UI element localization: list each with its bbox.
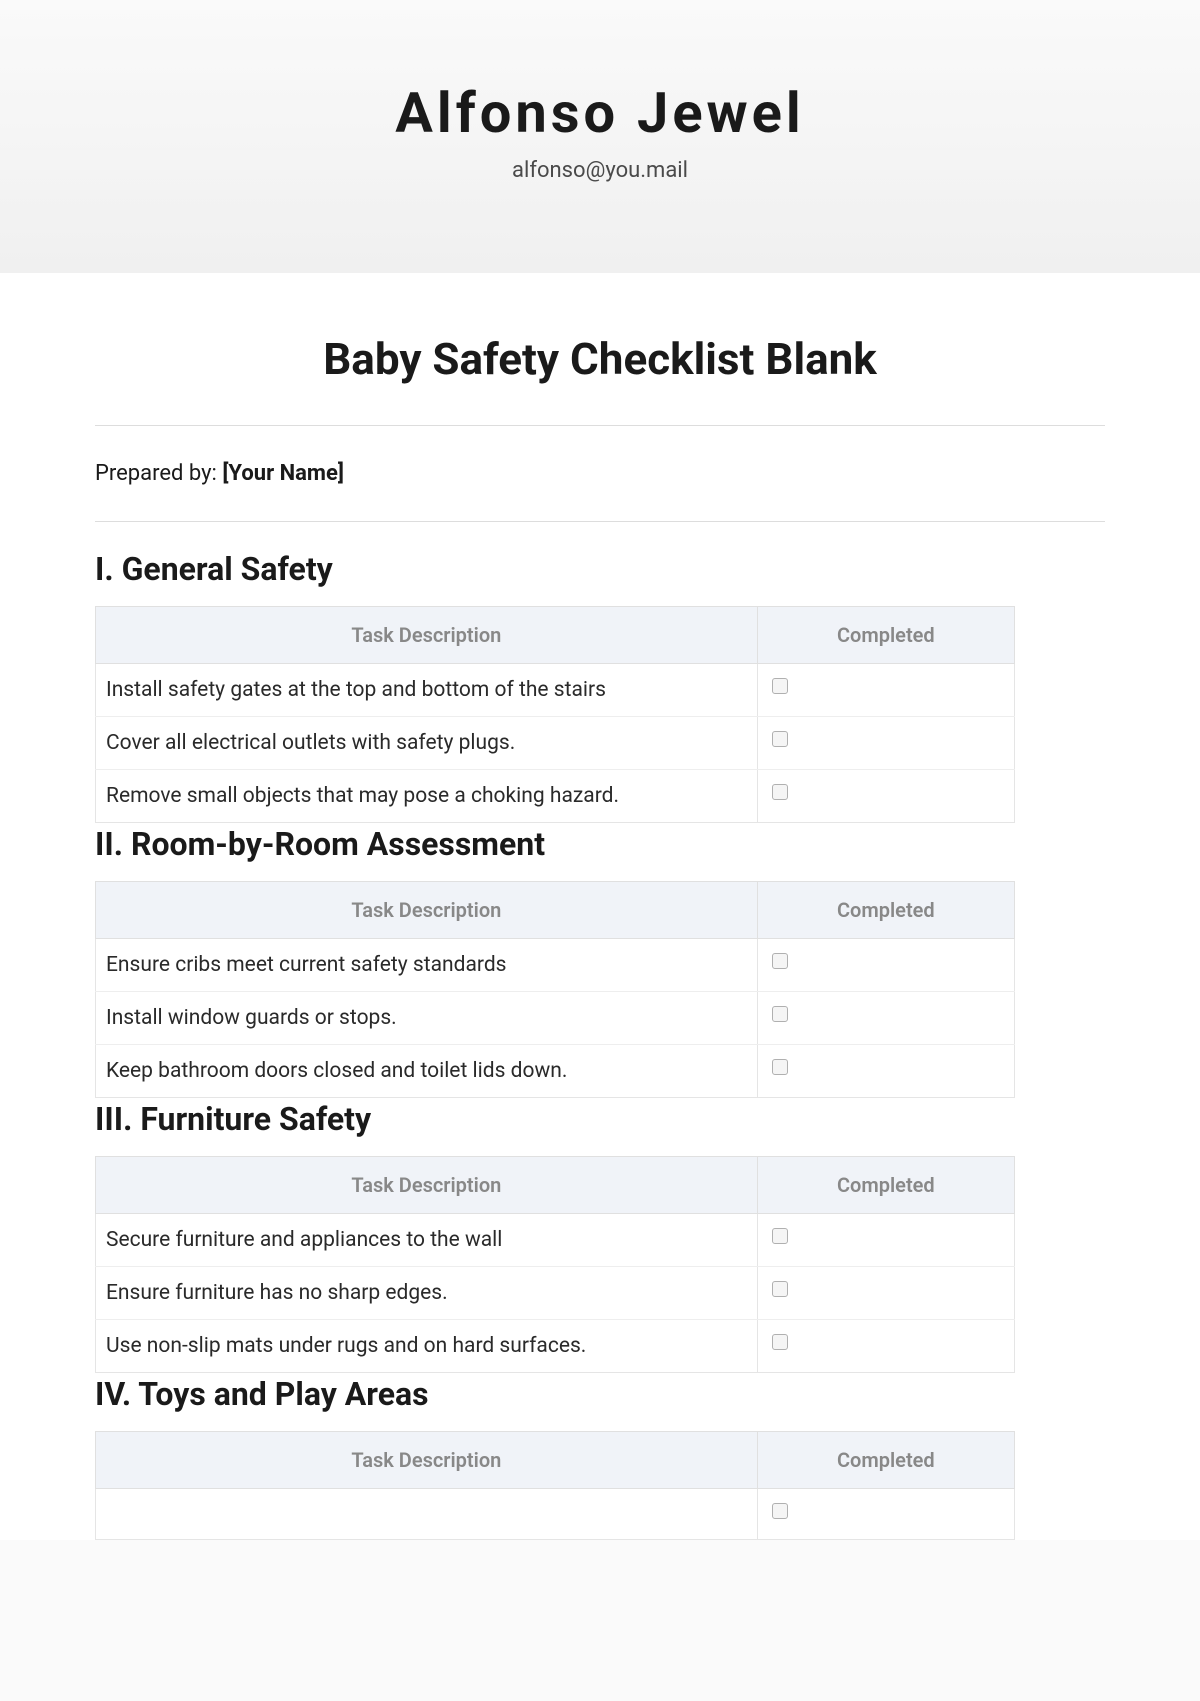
section-heading-room-assessment: II. Room-by-Room Assessment <box>95 823 1105 881</box>
completed-cell <box>757 664 1014 717</box>
prepared-by: Prepared by: [Your Name] <box>95 426 1105 521</box>
checkbox[interactable] <box>772 731 788 747</box>
table-header-task: Task Description <box>96 607 758 664</box>
checkbox[interactable] <box>772 1334 788 1350</box>
table-header-completed: Completed <box>757 1157 1014 1214</box>
completed-cell <box>757 939 1014 992</box>
section-heading-toys-play: IV. Toys and Play Areas <box>95 1373 1105 1431</box>
table-row: Keep bathroom doors closed and toilet li… <box>96 1045 1015 1098</box>
table-row: Use non-slip mats under rugs and on hard… <box>96 1320 1015 1373</box>
checkbox[interactable] <box>772 1059 788 1075</box>
task-cell: Cover all electrical outlets with safety… <box>96 717 758 770</box>
completed-cell <box>757 1214 1014 1267</box>
checklist-table: Task Description Completed Ensure cribs … <box>95 881 1015 1098</box>
task-cell: Ensure cribs meet current safety standar… <box>96 939 758 992</box>
checklist-table: Task Description Completed Install safet… <box>95 606 1015 823</box>
checkbox[interactable] <box>772 1281 788 1297</box>
section-heading-furniture-safety: III. Furniture Safety <box>95 1098 1105 1156</box>
completed-cell <box>757 1320 1014 1373</box>
completed-cell <box>757 992 1014 1045</box>
table-row: Remove small objects that may pose a cho… <box>96 770 1015 823</box>
completed-cell <box>757 717 1014 770</box>
table-header-task: Task Description <box>96 1157 758 1214</box>
table-row: Secure furniture and appliances to the w… <box>96 1214 1015 1267</box>
person-name: Alfonso Jewel <box>60 80 1140 146</box>
checkbox[interactable] <box>772 784 788 800</box>
table-header-task: Task Description <box>96 882 758 939</box>
task-cell: Ensure furniture has no sharp edges. <box>96 1267 758 1320</box>
checkbox[interactable] <box>772 953 788 969</box>
checklist-table: Task Description Completed <box>95 1431 1015 1540</box>
table-header-completed: Completed <box>757 1432 1014 1489</box>
table-row: Install window guards or stops. <box>96 992 1015 1045</box>
table-header-task: Task Description <box>96 1432 758 1489</box>
prepared-by-label: Prepared by: <box>95 461 222 486</box>
prepared-by-value: [Your Name] <box>222 461 344 486</box>
table-row: Ensure furniture has no sharp edges. <box>96 1267 1015 1320</box>
task-cell: Install safety gates at the top and bott… <box>96 664 758 717</box>
table-row <box>96 1489 1015 1540</box>
table-header-completed: Completed <box>757 607 1014 664</box>
checkbox[interactable] <box>772 1503 788 1519</box>
table-header-completed: Completed <box>757 882 1014 939</box>
task-cell: Keep bathroom doors closed and toilet li… <box>96 1045 758 1098</box>
task-cell: Use non-slip mats under rugs and on hard… <box>96 1320 758 1373</box>
task-cell <box>96 1489 758 1540</box>
document-title: Baby Safety Checklist Blank <box>95 333 1105 385</box>
completed-cell <box>757 1267 1014 1320</box>
checklist-table: Task Description Completed Secure furnit… <box>95 1156 1015 1373</box>
document-content: Baby Safety Checklist Blank Prepared by:… <box>0 273 1200 1540</box>
task-cell: Install window guards or stops. <box>96 992 758 1045</box>
person-email: alfonso@you.mail <box>60 158 1140 183</box>
section-heading-general-safety: I. General Safety <box>95 522 1105 606</box>
table-row: Ensure cribs meet current safety standar… <box>96 939 1015 992</box>
completed-cell <box>757 1045 1014 1098</box>
document-header: Alfonso Jewel alfonso@you.mail <box>0 0 1200 273</box>
table-row: Install safety gates at the top and bott… <box>96 664 1015 717</box>
completed-cell <box>757 770 1014 823</box>
task-cell: Secure furniture and appliances to the w… <box>96 1214 758 1267</box>
checkbox[interactable] <box>772 1006 788 1022</box>
checkbox[interactable] <box>772 1228 788 1244</box>
task-cell: Remove small objects that may pose a cho… <box>96 770 758 823</box>
checkbox[interactable] <box>772 678 788 694</box>
completed-cell <box>757 1489 1014 1540</box>
table-row: Cover all electrical outlets with safety… <box>96 717 1015 770</box>
